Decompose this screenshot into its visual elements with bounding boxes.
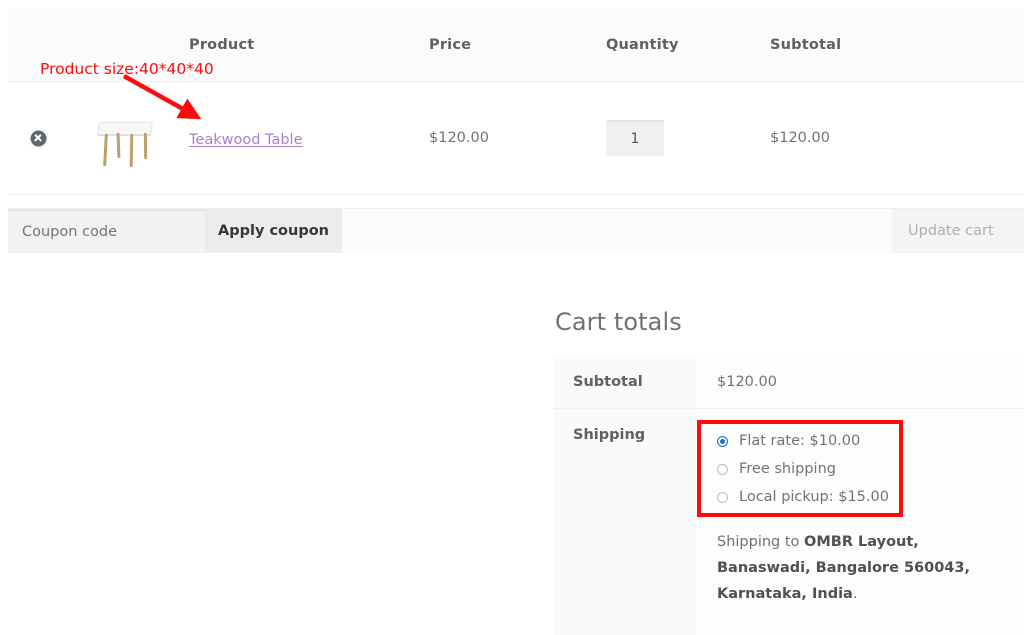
apply-coupon-button[interactable]: Apply coupon xyxy=(205,209,342,253)
subtotal-row: Subtotal $120.00 xyxy=(553,356,1024,409)
table-leg-shape xyxy=(143,133,146,159)
shipping-label: Shipping xyxy=(553,409,696,635)
annotation-product-size-note: Product size:40*40*40 xyxy=(40,60,214,78)
table-leg-shape xyxy=(116,133,119,158)
shipping-option-free-shipping[interactable]: Free shipping xyxy=(717,455,1024,483)
shipping-option-flat-rate[interactable]: Flat rate: $10.00 xyxy=(717,427,1024,455)
table-leg-shape xyxy=(103,134,107,166)
quantity-input[interactable]: 1 xyxy=(606,120,664,156)
product-name-cell: Teakwood Table xyxy=(181,129,421,148)
coupon-row: Apply coupon Update cart xyxy=(8,208,1024,253)
shipping-option-label: Local pickup: $15.00 xyxy=(739,489,889,505)
cart-page: Product Price Quantity Subtotal Teakwood… xyxy=(0,0,1024,635)
shipping-option-label: Flat rate: $10.00 xyxy=(739,433,860,449)
product-price: $120.00 xyxy=(421,130,588,146)
remove-circle-icon[interactable] xyxy=(29,129,48,148)
cart-totals-title: Cart totals xyxy=(555,308,1024,336)
shipping-option-local-pickup[interactable]: Local pickup: $15.00 xyxy=(717,483,1024,511)
product-subtotal: $120.00 xyxy=(758,130,938,146)
shipping-row: Shipping Flat rate: $10.00 Free shipping xyxy=(553,409,1024,635)
header-subtotal: Subtotal xyxy=(758,37,938,53)
header-quantity: Quantity xyxy=(588,37,758,53)
remove-item-cell xyxy=(8,129,68,148)
cart-items-table: Product Price Quantity Subtotal Teakwood… xyxy=(8,8,1024,195)
shipping-option-label: Free shipping xyxy=(739,461,836,477)
cart-totals-table: Subtotal $120.00 Shipping Flat rate: $10… xyxy=(553,356,1024,635)
header-price: Price xyxy=(421,37,588,53)
subtotal-label: Subtotal xyxy=(553,356,696,409)
teakwood-table-thumbnail-icon[interactable] xyxy=(96,106,154,170)
coupon-row-spacer xyxy=(342,209,892,253)
product-quantity-cell: 1 xyxy=(588,120,758,156)
radio-selected-icon[interactable] xyxy=(717,436,728,447)
subtotal-value: $120.00 xyxy=(696,356,1024,409)
coupon-code-input[interactable] xyxy=(8,209,205,253)
radio-unselected-icon[interactable] xyxy=(717,464,728,475)
shipping-to-suffix: . xyxy=(853,586,858,602)
cart-totals-panel: Cart totals Subtotal $120.00 Shipping Fl… xyxy=(553,308,1024,635)
table-row: Teakwood Table $120.00 1 $120.00 xyxy=(8,82,1024,195)
product-link-teakwood-table[interactable]: Teakwood Table xyxy=(189,132,303,148)
header-product: Product xyxy=(181,37,421,53)
shipping-destination: Shipping to OMBR Layout, Banaswadi, Bang… xyxy=(717,529,992,607)
shipping-method-list: Flat rate: $10.00 Free shipping Local pi… xyxy=(717,427,1024,511)
shipping-to-prefix: Shipping to xyxy=(717,534,804,550)
product-thumbnail-cell xyxy=(68,106,181,170)
shipping-options-cell: Flat rate: $10.00 Free shipping Local pi… xyxy=(696,409,1024,635)
radio-unselected-icon[interactable] xyxy=(717,492,728,503)
table-leg-shape xyxy=(129,134,132,167)
update-cart-button[interactable]: Update cart xyxy=(892,209,1024,253)
